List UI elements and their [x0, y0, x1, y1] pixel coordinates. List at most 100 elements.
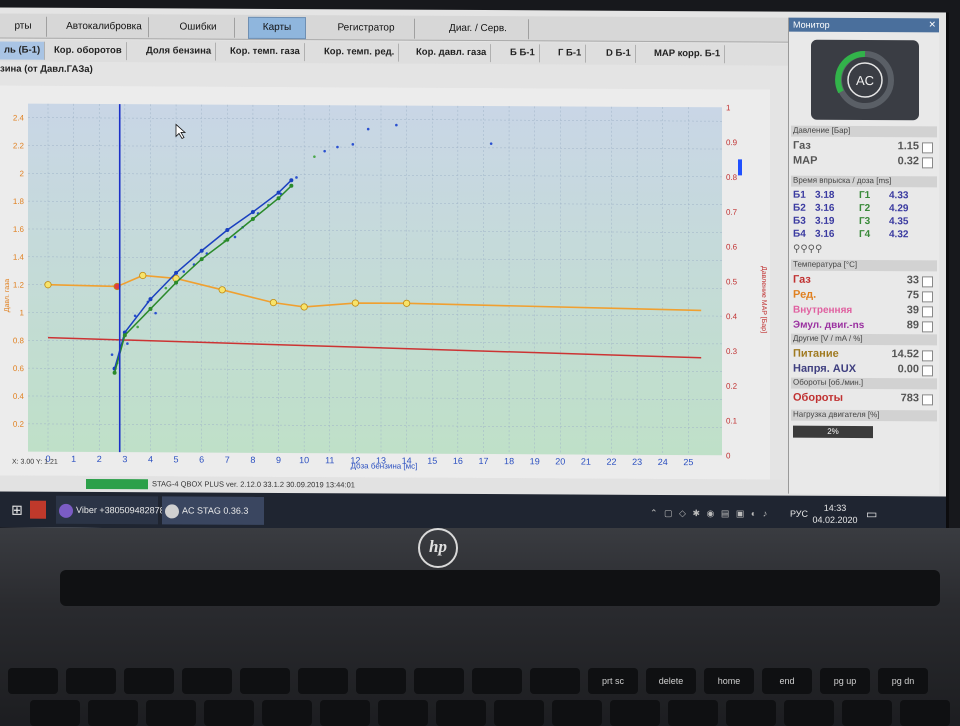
subtab-2[interactable]: Доля бензина — [142, 42, 217, 61]
subtab-1[interactable]: Кор. оборотов — [50, 41, 127, 61]
screen: рты Автокалибровка Ошибки Карты Регистратор Д… — [0, 7, 949, 533]
series-point-2 — [225, 227, 230, 232]
x-tick-label: 17 — [478, 456, 488, 466]
row-checkbox[interactable] — [922, 142, 933, 154]
y-left-tick-label: 0.6 — [13, 364, 25, 373]
row-checkbox[interactable] — [922, 276, 933, 288]
series-point-0 — [300, 303, 308, 311]
row-label: Питание — [793, 347, 839, 360]
row-checkbox[interactable] — [922, 306, 933, 318]
subtab-6[interactable]: Б Б-1 — [506, 44, 540, 63]
injection-cell: Б3 — [793, 215, 806, 227]
series-point-2 — [250, 210, 255, 215]
pdf-app-icon[interactable] — [30, 500, 46, 519]
injection-cell: 4.33 — [889, 190, 909, 202]
row-checkbox[interactable] — [922, 350, 933, 362]
subtab-row2[interactable]: зина (от Давл.ГАЗа) — [0, 64, 93, 75]
row-checkbox[interactable] — [922, 365, 933, 377]
keyboard-key — [204, 700, 254, 726]
x-tick-label: 3 — [122, 454, 127, 464]
scatter-point — [313, 155, 316, 158]
x-tick-label: 23 — [632, 457, 642, 467]
keyboard-key — [8, 668, 58, 694]
row-checkbox[interactable] — [922, 291, 933, 303]
keyboard-key — [298, 668, 348, 694]
scatter-point — [489, 142, 493, 145]
tray-icons[interactable]: ⌃ ▢ ◇ ✱ ◉ ▤ ▣ ◐ ♪ — [650, 499, 780, 528]
keyboard-key: delete — [646, 668, 696, 694]
x-tick-label: 22 — [607, 457, 617, 467]
main-tab-bar: рты Автокалибровка Ошибки Карты Регистратор Д… — [0, 13, 800, 43]
keyboard-key — [356, 668, 406, 694]
series-point-3 — [199, 257, 204, 262]
keyboard-key — [472, 668, 522, 694]
series-point-3 — [112, 370, 117, 375]
y-left-tick-label: 1.4 — [13, 253, 25, 262]
keyboard: prt sc delete home end pg up pg dn — [0, 640, 960, 726]
injection-cell: Г3 — [859, 216, 871, 228]
tab-0[interactable]: рты — [0, 16, 47, 37]
subtab-4[interactable]: Кор. темп. ред. — [320, 43, 400, 62]
subtab-7[interactable]: Г Б-1 — [554, 44, 587, 63]
taskbar-viber[interactable]: Viber +380509482878 — [56, 495, 165, 525]
keyboard-key: pg dn — [878, 668, 928, 694]
tab-4[interactable]: Регистратор — [318, 18, 415, 39]
windows-start-icon[interactable]: ⊞ — [4, 496, 30, 524]
subtab-3[interactable]: Кор. темп. газа — [226, 42, 305, 62]
tab-3[interactable]: Карты — [248, 16, 306, 40]
x-tick-label: 9 — [276, 455, 281, 465]
injection-cell: 3.18 — [815, 189, 835, 201]
series-point-3 — [250, 216, 255, 221]
section-rpm: Обороты [об./мин.] — [791, 377, 937, 390]
series-point-0 — [351, 299, 359, 307]
subtab-0[interactable]: ль (Б-1) — [0, 41, 46, 60]
subtab-8[interactable]: D Б-1 — [602, 44, 636, 63]
x-axis-title: Доза бензина [мс] — [351, 461, 418, 470]
x-tick-label: 1 — [71, 454, 76, 464]
status-label — [10, 479, 12, 488]
subtab-5[interactable]: Кор. давл. газа — [412, 43, 492, 63]
keyboard-key — [66, 668, 116, 694]
row-value: 1.15 — [897, 140, 919, 153]
subtab-9[interactable]: MAP корр. Б-1 — [650, 44, 726, 64]
pressure-map: MAP 0.32 — [793, 155, 935, 170]
right-scale-marker — [738, 159, 742, 176]
y-left-tick-label: 1.8 — [13, 197, 25, 206]
keyboard-key — [146, 700, 196, 726]
tab-1[interactable]: Автокалибровка — [60, 16, 149, 38]
temp-row: Внутренняя 39 — [793, 304, 935, 319]
y-left-tick-label: 0.2 — [13, 420, 25, 429]
series-point-0 — [218, 286, 226, 294]
injection-cell: Б2 — [793, 202, 806, 214]
keyboard-key — [240, 668, 290, 694]
injection-cell: Г1 — [859, 190, 871, 202]
language-indicator[interactable]: РУС — [790, 500, 808, 528]
series-point-3 — [289, 183, 294, 188]
acstag-icon — [165, 504, 179, 519]
scatter-point — [164, 286, 168, 290]
hp-logo: hp — [418, 528, 458, 568]
taskbar-acstag[interactable]: AC STAG 0.36.3 — [162, 496, 264, 525]
row-value: 0.32 — [897, 155, 919, 168]
keyboard-key — [784, 700, 834, 726]
row-checkbox[interactable] — [922, 157, 933, 169]
x-tick-label: 7 — [225, 455, 230, 465]
row-label: Эмул. двиг.-ns — [793, 319, 865, 332]
scatter-point — [182, 270, 186, 273]
notifications-icon[interactable]: ▭ — [866, 500, 877, 528]
row-checkbox[interactable] — [922, 394, 933, 406]
close-icon[interactable]: ✕ — [928, 19, 936, 30]
other-row: Питание 14.52 — [793, 348, 935, 363]
tab-5[interactable]: Диаг. / Серв. — [428, 18, 529, 40]
row-checkbox[interactable] — [922, 321, 933, 333]
x-tick-label: 15 — [427, 456, 437, 466]
map-chart[interactable]: 0 1 2 3 4 5 6 7 8 9 10 11 12 13 14 15 16 17 18 19 20 21 22 23 24… — [0, 85, 770, 480]
tab-2[interactable]: Ошибки — [162, 17, 235, 38]
x-tick-label: 5 — [174, 454, 179, 464]
x-tick-label: 21 — [581, 457, 591, 467]
injection-cell: Г4 — [859, 229, 871, 241]
status-text: STAG-4 QBOX PLUS ver. 2.12.0 33.1.2 30.0… — [152, 479, 355, 490]
chart-svg[interactable]: 0 1 2 3 4 5 6 7 8 9 10 11 12 13 14 15 16 17 18 19 20 21 22 23 24… — [0, 85, 770, 480]
clock[interactable]: 14:33 04.02.2020 — [812, 502, 858, 530]
series-point-0 — [139, 271, 147, 280]
